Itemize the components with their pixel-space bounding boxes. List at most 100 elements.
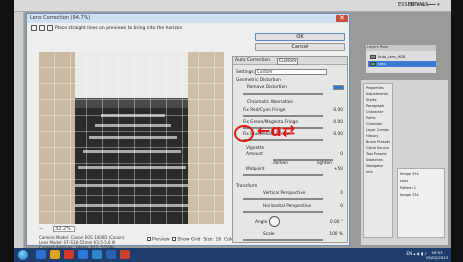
amount-value[interactable]: 0 (340, 152, 343, 157)
annotation-circle (234, 125, 254, 142)
image-preview[interactable] (39, 52, 224, 224)
word-icon[interactable] (106, 250, 116, 259)
grid-line (86, 52, 87, 224)
remove-distortion-field[interactable] (333, 85, 344, 90)
show-grid-checkbox[interactable] (172, 237, 177, 241)
section-chromatic-aberration: Chromatic Aberration (247, 100, 294, 105)
close-icon: ✕ (339, 14, 345, 22)
panel-item[interactable]: Character (366, 110, 383, 114)
fix-blue-yellow-value[interactable]: 0.00 (333, 132, 343, 137)
floating-layer-row-selected[interactable]: Lens (368, 61, 436, 67)
panel-item[interactable]: Swatches (366, 158, 383, 162)
grid-line (39, 211, 224, 212)
media-player-icon[interactable] (64, 250, 74, 259)
clock[interactable]: 09:53 05/02/2013 (426, 250, 448, 260)
grid-line (150, 52, 151, 224)
ok-button[interactable]: OK (255, 33, 345, 41)
horizontal-perspective-value[interactable]: 0 (340, 204, 343, 209)
panel-item[interactable]: Tool Presets (366, 152, 387, 156)
panel-item[interactable]: Channels (366, 122, 382, 126)
scale-value[interactable]: 100 % (329, 232, 343, 237)
grid-line (214, 52, 215, 224)
grid-line (39, 67, 224, 68)
fix-red-cyan-label: Fix Red/Cyan Fringe (243, 108, 286, 113)
darken-label: darken (273, 161, 288, 166)
ie-icon[interactable] (36, 250, 46, 259)
grid-line (198, 52, 199, 224)
move-grid-tool-icon[interactable] (47, 25, 53, 31)
remove-distortion-tool-icon[interactable] (31, 25, 37, 31)
horizontal-perspective-slider[interactable] (243, 211, 323, 213)
settings-tabs: Auto Correction Custom (233, 57, 347, 65)
layer-name: Auto_Lens_HDR (378, 55, 406, 59)
angle-dial[interactable] (269, 216, 280, 227)
tab-custom[interactable]: Custom (277, 58, 299, 65)
fix-red-cyan-slider[interactable] (243, 115, 323, 117)
close-button[interactable]: ✕ (336, 14, 348, 22)
zoom-out-button[interactable]: − (39, 226, 43, 232)
panel-item[interactable]: History (366, 134, 378, 138)
panel-item[interactable]: Brush Presets (366, 140, 390, 144)
layer-row[interactable]: Pattern 1 (400, 186, 416, 190)
panel-item[interactable]: Navigator (366, 164, 383, 168)
topbar-controls[interactable]: 3D ▾ ⊕ ━━━ ▾ (408, 2, 440, 8)
remove-distortion-slider[interactable] (243, 93, 323, 95)
preview-controls: Preview Show Grid Size: 16 Color: (147, 237, 245, 243)
grid-line (39, 195, 224, 196)
midpoint-value[interactable]: +50 (334, 167, 343, 172)
right-border (451, 0, 463, 262)
dialog-title: Lens Correction (94.7%) (30, 15, 91, 21)
vertical-perspective-slider[interactable] (243, 198, 323, 200)
grid-line (39, 131, 224, 132)
dialog-titlebar[interactable]: Lens Correction (94.7%) ✕ (27, 14, 349, 23)
midpoint-label: Midpoint (246, 167, 265, 172)
layer-name: Lens (378, 62, 387, 66)
layer-thumbnail (370, 62, 376, 66)
panel-list: Properties Adjustments Styles Paragraph … (363, 83, 393, 238)
grid-line (39, 115, 224, 116)
layer-row[interactable]: Image 334 (400, 193, 419, 197)
annotation-arrows: ←ɑ⇄ (257, 121, 296, 140)
midpoint-slider[interactable] (243, 174, 323, 176)
lighten-label: lighten (317, 161, 332, 166)
panel-item[interactable]: Paths (366, 116, 376, 120)
panel-item[interactable]: Layer Comps (366, 128, 389, 132)
section-transform: Transform (236, 184, 258, 189)
cancel-button[interactable]: Cancel (255, 43, 345, 51)
panel-item[interactable]: Adjustments (366, 92, 388, 96)
powerpoint-icon[interactable] (120, 250, 130, 259)
photoshop-icon[interactable] (92, 250, 102, 259)
settings-dropdown[interactable]: Custom (255, 69, 327, 75)
straighten-tool-icon[interactable] (39, 25, 45, 31)
angle-value[interactable]: 0.00 ° (330, 220, 343, 225)
zoom-level-field[interactable]: 32.2% (53, 226, 75, 232)
grid-line (54, 52, 55, 224)
explorer-icon[interactable] (50, 250, 60, 259)
photoshop-tools-panel[interactable] (14, 12, 24, 248)
panel-item[interactable]: Info (366, 170, 373, 174)
grid-size-field[interactable]: 16 (216, 238, 222, 243)
fix-green-magenta-value[interactable]: 0.00 (333, 120, 343, 125)
layer-row[interactable]: Image 334 (400, 172, 419, 176)
app-icon[interactable] (78, 250, 88, 259)
grid-line (102, 52, 103, 224)
vertical-perspective-value[interactable]: 0 (340, 191, 343, 196)
grid-line (182, 52, 183, 224)
panel-item[interactable]: Styles (366, 98, 377, 102)
amount-label: Amount (246, 152, 263, 157)
scale-slider[interactable] (243, 239, 323, 241)
scale-label: Scale (263, 232, 275, 237)
fix-red-cyan-value[interactable]: 0.00 (333, 108, 343, 113)
panel-item[interactable]: Properties (366, 86, 384, 90)
toolbar-hint: Place straight lines on previews to brin… (55, 26, 183, 31)
tab-auto-correction[interactable]: Auto Correction (235, 58, 270, 63)
start-button[interactable] (18, 250, 28, 260)
panel-item[interactable]: Clone Source (366, 146, 389, 150)
floating-panel-header[interactable]: Layers Pano (366, 45, 436, 51)
panel-item[interactable]: Paragraph (366, 104, 384, 108)
preview-checkbox[interactable] (147, 237, 151, 241)
system-tray[interactable]: EN ▴ ◈ ▮ ♪ (407, 251, 427, 256)
floating-layer-row[interactable]: Auto_Lens_HDR (368, 54, 436, 60)
layer-row[interactable]: Lens (400, 179, 408, 183)
grid-line (70, 52, 71, 224)
